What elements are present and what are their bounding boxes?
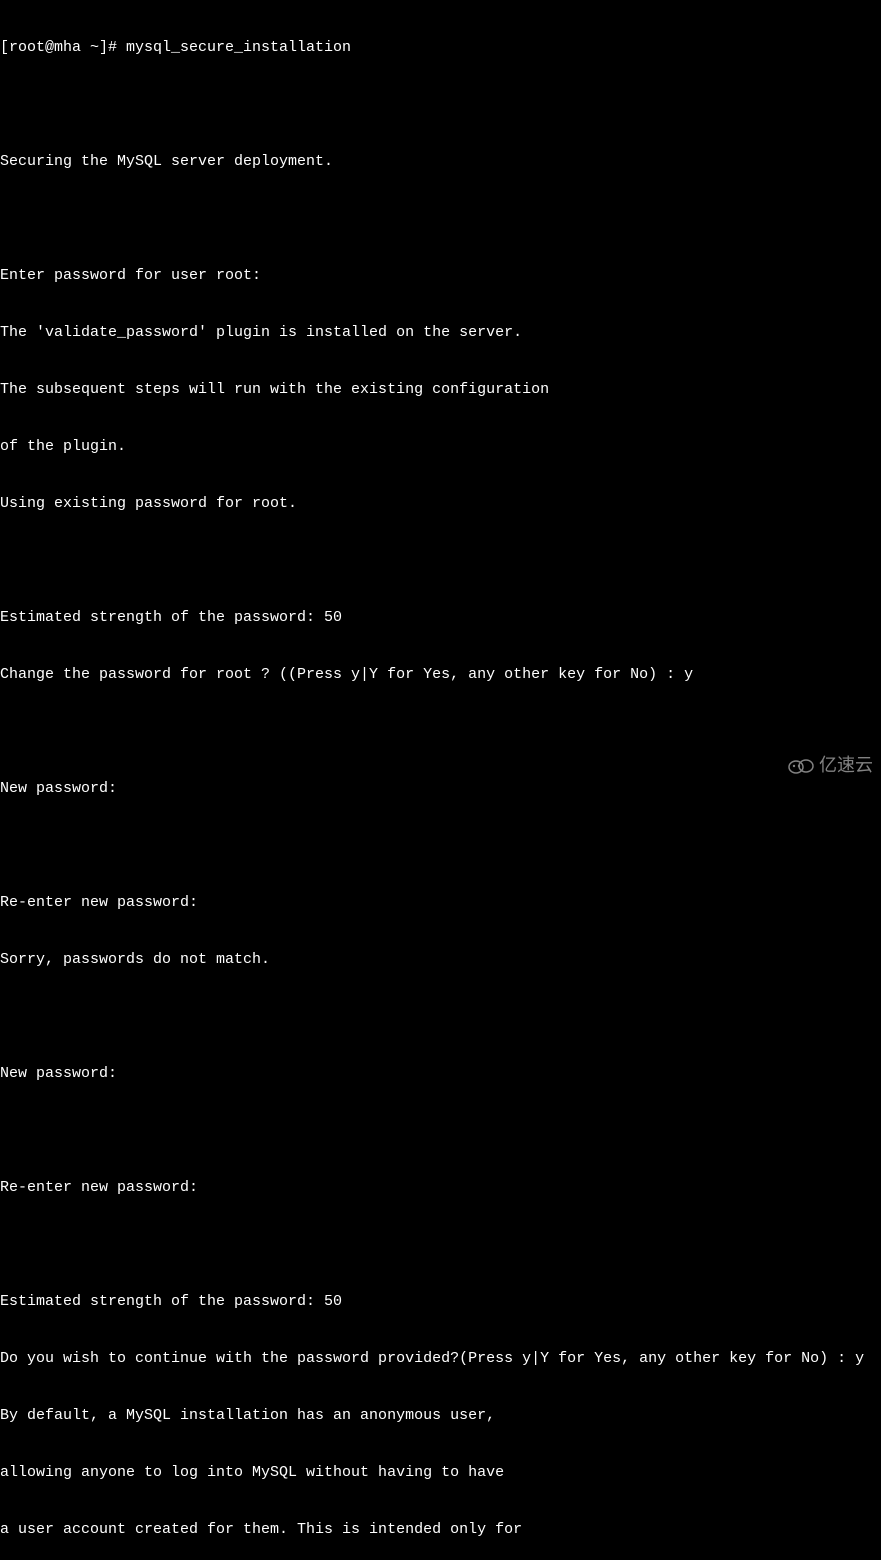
terminal-line <box>0 1121 881 1140</box>
terminal-line: By default, a MySQL installation has an … <box>0 1406 881 1425</box>
terminal-line <box>0 722 881 741</box>
terminal-line: [root@mha ~]# mysql_secure_installation <box>0 38 881 57</box>
terminal-line <box>0 1235 881 1254</box>
terminal-line: Enter password for user root: <box>0 266 881 285</box>
terminal-line: New password: <box>0 1064 881 1083</box>
watermark: 亿速云 <box>787 756 873 775</box>
terminal-line: allowing anyone to log into MySQL withou… <box>0 1463 881 1482</box>
terminal-line: Re-enter new password: <box>0 1178 881 1197</box>
terminal-line: Estimated strength of the password: 50 <box>0 608 881 627</box>
terminal-line <box>0 1007 881 1026</box>
terminal-line <box>0 836 881 855</box>
terminal-line <box>0 95 881 114</box>
terminal-line: of the plugin. <box>0 437 881 456</box>
terminal-line: Using existing password for root. <box>0 494 881 513</box>
watermark-logo-icon <box>787 757 815 775</box>
terminal-line: Sorry, passwords do not match. <box>0 950 881 969</box>
terminal-line: New password: <box>0 779 881 798</box>
terminal-line <box>0 551 881 570</box>
terminal-line: The subsequent steps will run with the e… <box>0 380 881 399</box>
terminal-line: The 'validate_password' plugin is instal… <box>0 323 881 342</box>
terminal-line: Estimated strength of the password: 50 <box>0 1292 881 1311</box>
terminal-line <box>0 209 881 228</box>
terminal-output[interactable]: [root@mha ~]# mysql_secure_installation … <box>0 0 881 1560</box>
terminal-line: Re-enter new password: <box>0 893 881 912</box>
terminal-line: Change the password for root ? ((Press y… <box>0 665 881 684</box>
terminal-line: a user account created for them. This is… <box>0 1520 881 1539</box>
terminal-line: Do you wish to continue with the passwor… <box>0 1349 881 1368</box>
terminal-line: Securing the MySQL server deployment. <box>0 152 881 171</box>
watermark-text: 亿速云 <box>819 756 873 775</box>
